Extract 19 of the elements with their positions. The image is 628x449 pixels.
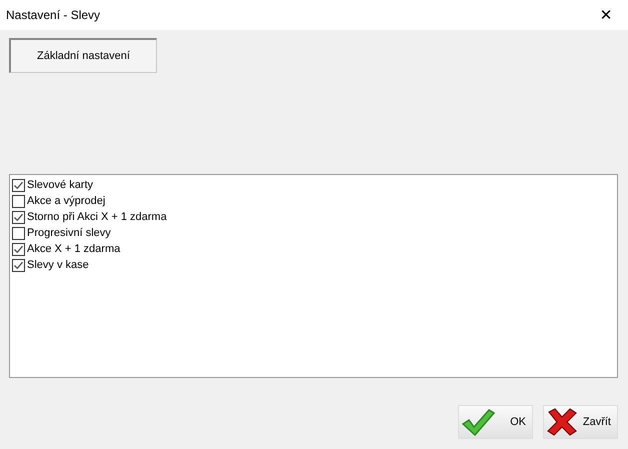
checkbox[interactable] — [12, 178, 25, 192]
option-label: Akce a výprodej — [27, 195, 106, 207]
checkbox[interactable] — [12, 226, 25, 240]
window-title: Nastavení - Slevy — [6, 8, 100, 22]
checkbox[interactable] — [12, 258, 25, 272]
option-label: Akce X + 1 zdarma — [27, 243, 120, 255]
option-label: Storno při Akci X + 1 zdarma — [27, 211, 167, 223]
cross-icon — [546, 408, 578, 436]
checkmark-icon — [461, 408, 495, 436]
option-label: Slevy v kase — [27, 259, 89, 271]
checkbox[interactable] — [12, 210, 25, 224]
checkbox[interactable] — [12, 194, 25, 208]
settings-tab-button[interactable]: Základní nastavení — [9, 38, 157, 73]
ok-button[interactable]: OK — [458, 405, 533, 439]
option-label: Slevové karty — [27, 179, 94, 191]
checkbox[interactable] — [12, 242, 25, 256]
option-label: Progresivní slevy — [27, 227, 111, 239]
close-button[interactable]: ✕ — [584, 0, 628, 30]
close-dialog-button[interactable]: Zavřít — [543, 405, 618, 439]
